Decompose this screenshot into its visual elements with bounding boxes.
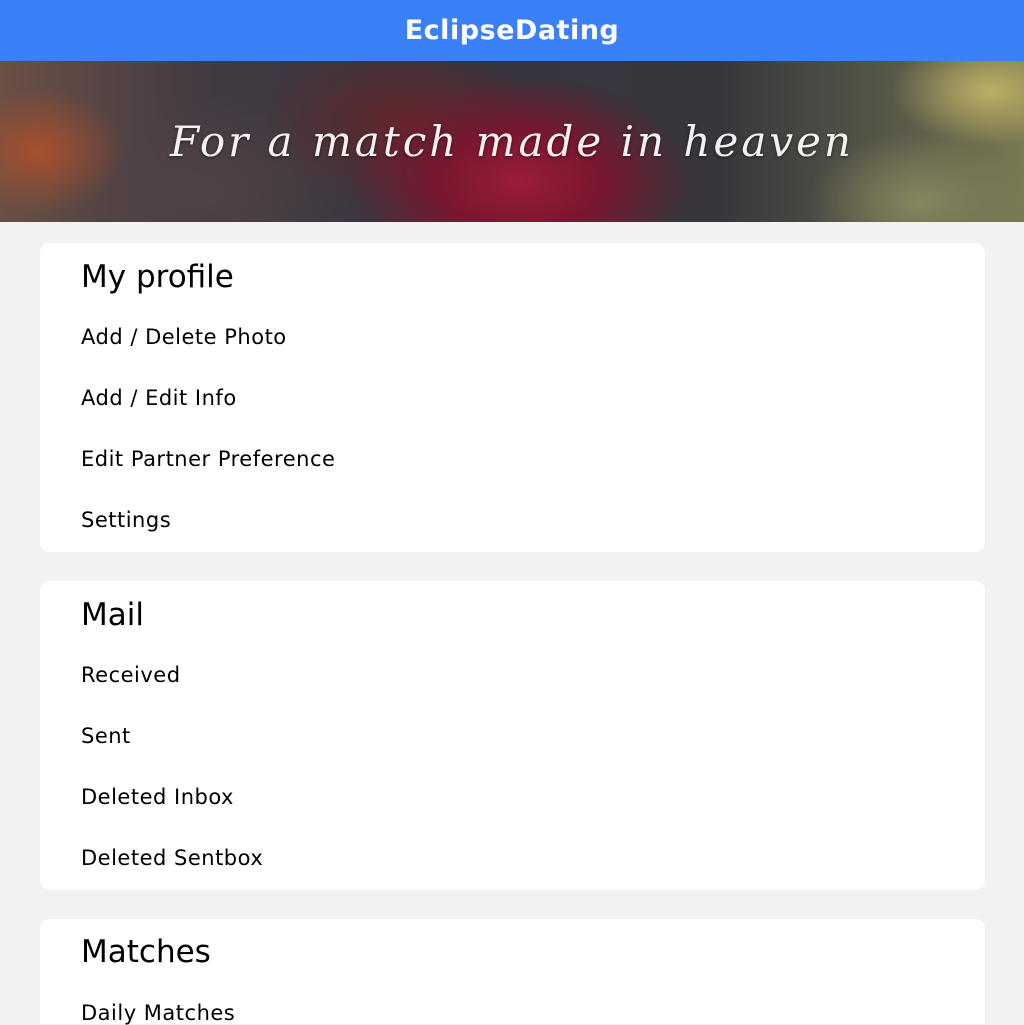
add-edit-info-item[interactable]: Add / Edit Info bbox=[81, 386, 237, 410]
matches-card: Matches Daily Matches bbox=[40, 919, 985, 1025]
mail-title: Mail bbox=[81, 597, 144, 633]
deleted-inbox-item[interactable]: Deleted Inbox bbox=[81, 785, 234, 809]
sent-item[interactable]: Sent bbox=[81, 724, 131, 748]
app-title: EclipseDating bbox=[404, 15, 620, 46]
add-delete-photo-item[interactable]: Add / Delete Photo bbox=[81, 325, 287, 349]
app-bar: EclipseDating bbox=[0, 0, 1024, 61]
received-item[interactable]: Received bbox=[81, 663, 181, 687]
matches-title: Matches bbox=[81, 934, 211, 970]
banner-tagline: For a match made in heaven bbox=[170, 117, 854, 166]
edit-partner-preference-item[interactable]: Edit Partner Preference bbox=[81, 447, 335, 471]
settings-item[interactable]: Settings bbox=[81, 508, 171, 532]
hero-banner: For a match made in heaven bbox=[0, 61, 1024, 222]
mail-card: Mail Received Sent Deleted Inbox Deleted… bbox=[40, 581, 985, 890]
my-profile-title: My profile bbox=[81, 259, 234, 295]
daily-matches-item[interactable]: Daily Matches bbox=[81, 1001, 235, 1025]
my-profile-card: My profile Add / Delete Photo Add / Edit… bbox=[40, 243, 985, 552]
deleted-sentbox-item[interactable]: Deleted Sentbox bbox=[81, 846, 263, 870]
